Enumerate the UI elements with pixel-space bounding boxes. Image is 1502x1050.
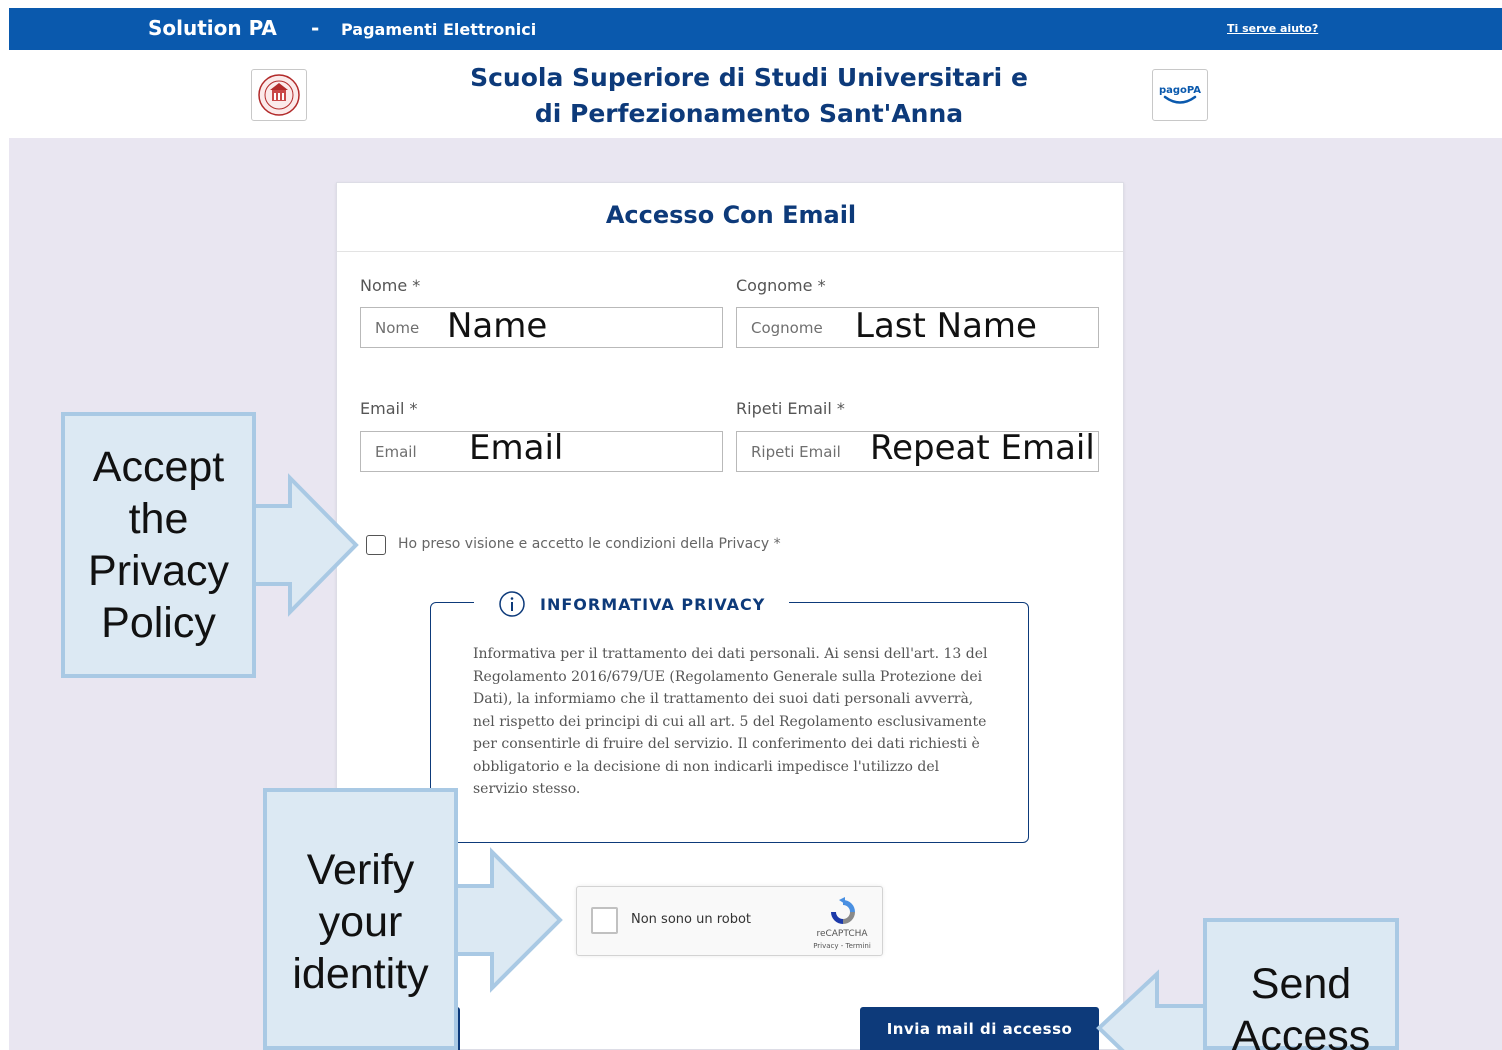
brand-separator: - — [311, 16, 320, 40]
brand-name: Solution PA — [148, 16, 277, 40]
card-divider — [337, 251, 1123, 252]
card-title: Accesso Con Email — [605, 201, 857, 229]
send-access-mail-button[interactable]: Invia mail di accesso — [860, 1007, 1099, 1050]
nome-input[interactable] — [360, 307, 723, 348]
send-callout: Send Access — [1203, 918, 1399, 1050]
send-callout-arrow-icon — [1096, 969, 1209, 1050]
recaptcha-brand: reCAPTCHA — [816, 929, 868, 939]
identity-callout: Verify your identity — [263, 788, 458, 1050]
privacy-info-legend: INFORMATIVA PRIVACY — [474, 590, 790, 618]
cognome-input[interactable] — [736, 307, 1099, 348]
institution-name-line2: di Perfezionamento Sant'Anna — [534, 99, 964, 128]
pagopa-logo-icon: pagoPA — [1152, 69, 1208, 121]
privacy-info-text: Informativa per il trattamento dei dati … — [473, 646, 988, 797]
recaptcha-label: Non sono un robot — [631, 912, 752, 927]
privacy-callout-arrow-icon — [248, 473, 359, 617]
recaptcha-logo-icon — [831, 897, 855, 924]
top-bar: Solution PA - Pagamenti Elettronici Ti s… — [9, 8, 1502, 50]
privacy-callout: Accept the Privacy Policy — [61, 412, 256, 678]
info-icon — [499, 591, 525, 617]
recaptcha-widget: Non sono un robot reCAPTCHA Privacy - Te… — [576, 886, 883, 956]
institution-header: Scuola Superiore di Studi Universitari e… — [9, 50, 1502, 138]
identity-callout-arrow-icon — [450, 847, 563, 993]
ripeti-email-label: Ripeti Email * — [736, 399, 845, 418]
privacy-info-title: INFORMATIVA PRIVACY — [540, 594, 766, 614]
email-label: Email * — [360, 399, 418, 418]
email-input[interactable] — [360, 431, 723, 472]
privacy-checkbox[interactable] — [366, 535, 386, 555]
pagopa-logo-text: pagoPA — [1159, 85, 1201, 96]
university-seal-icon — [251, 69, 307, 121]
recaptcha-checkbox[interactable] — [591, 907, 618, 934]
privacy-checkbox-label: Ho preso visione e accetto le condizioni… — [398, 536, 781, 552]
institution-name-line1: Scuola Superiore di Studi Universitari e — [470, 63, 1028, 92]
help-link[interactable]: Ti serve aiuto? — [1227, 22, 1318, 35]
nome-label: Nome * — [360, 276, 421, 295]
brand-subtitle: Pagamenti Elettronici — [341, 20, 537, 39]
cognome-label: Cognome * — [736, 276, 826, 295]
ripeti-email-input[interactable] — [736, 431, 1099, 472]
institution-name: Scuola Superiore di Studi Universitari e… — [389, 60, 1109, 132]
recaptcha-links[interactable]: Privacy - Termini — [807, 942, 877, 950]
